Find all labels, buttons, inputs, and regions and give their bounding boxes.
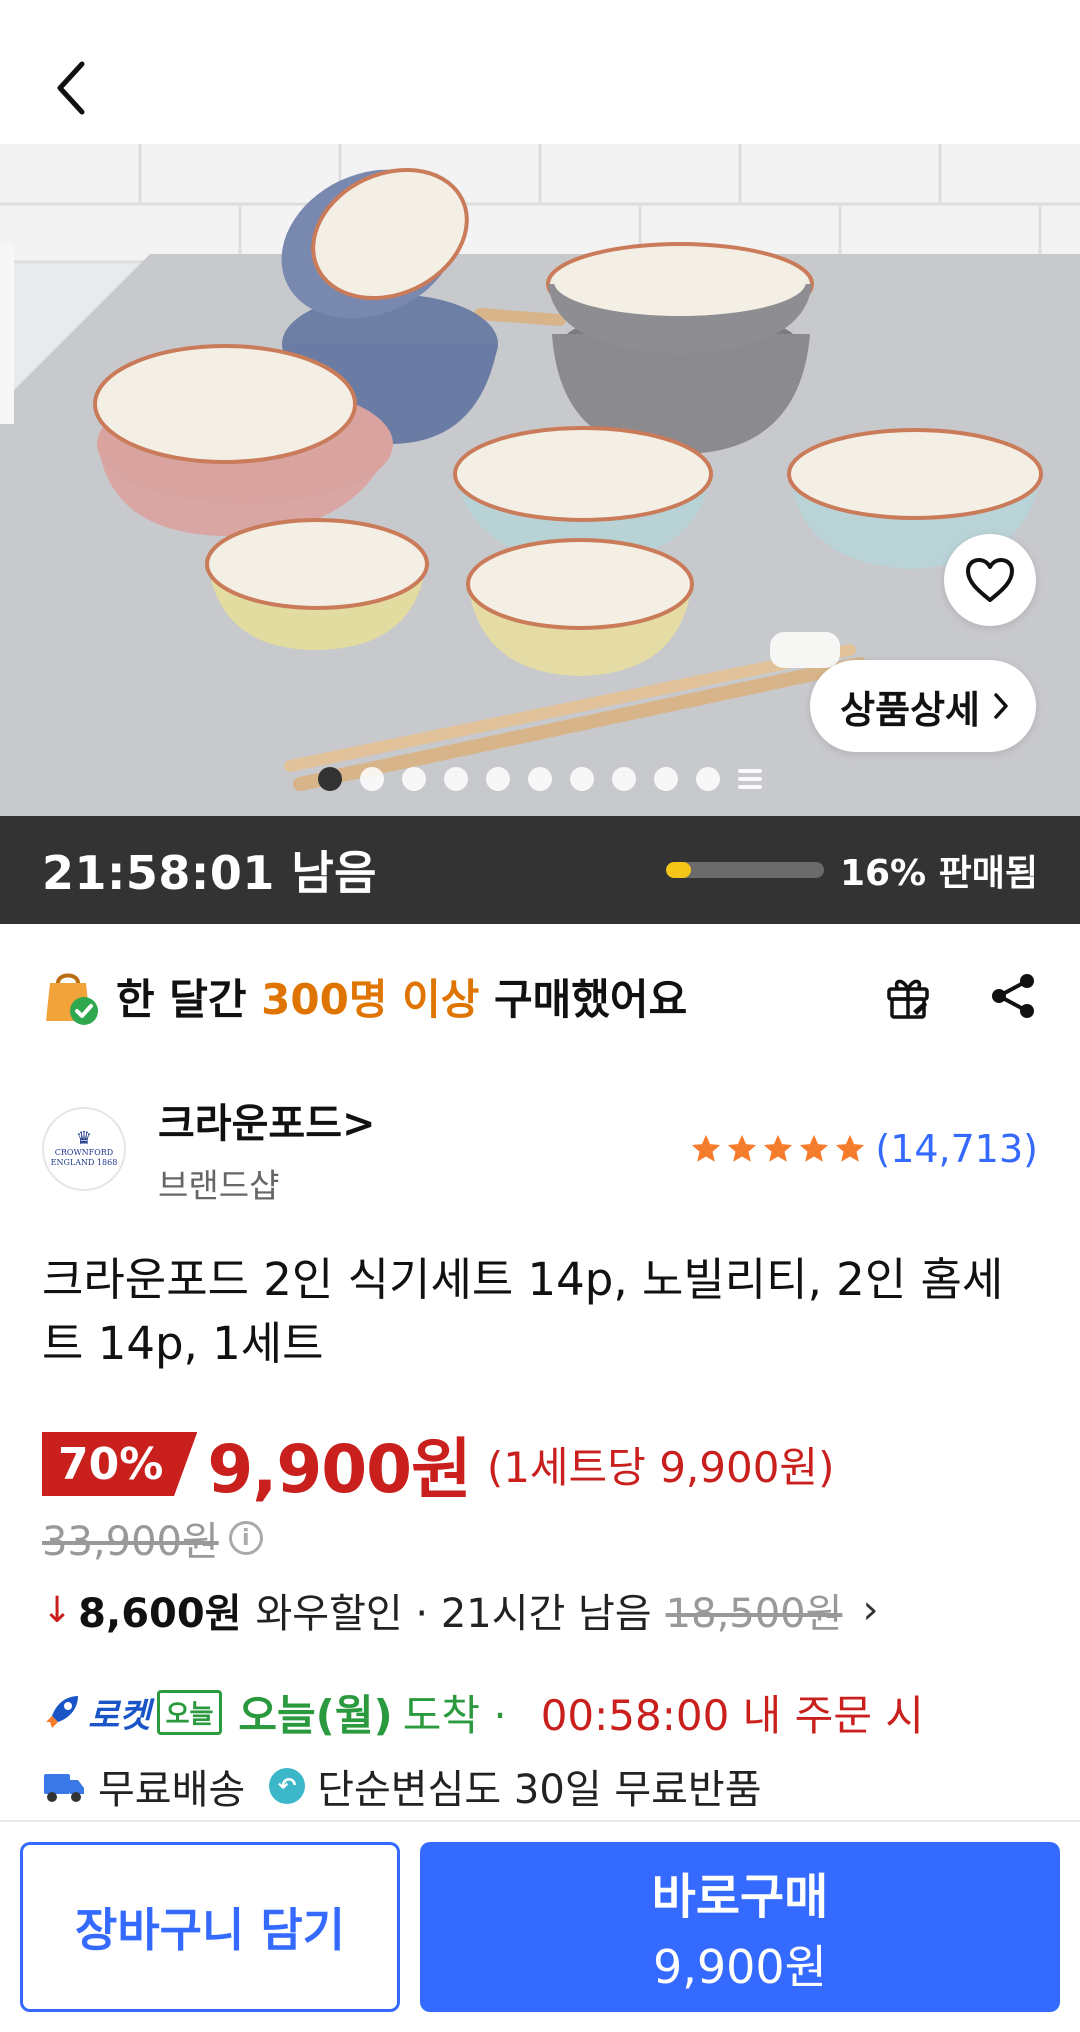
add-to-cart-button[interactable]: 장바구니 담기	[20, 1842, 400, 2012]
product-title: 크라운포드 2인 식기세트 14p, 노빌리티, 2인 홈세트 14p, 1세트	[42, 1253, 1004, 1370]
order-deadline: 00:58:00 내 주문 시	[540, 1690, 924, 1740]
rating-stars	[689, 1132, 867, 1166]
carousel-dot-active[interactable]	[318, 767, 342, 791]
wow-price: 8,600원	[78, 1591, 242, 1637]
sold-progress-fill	[665, 862, 692, 878]
info-icon[interactable]: i	[228, 1521, 263, 1555]
return-icon: ↶	[269, 1768, 306, 1804]
original-price-row: 33,900원 i	[42, 1510, 263, 1566]
carousel-dot[interactable]	[612, 767, 636, 791]
rating-reviews-link[interactable]: (14,713)	[689, 1127, 1038, 1171]
deal-countdown: 21:58:01 남음	[42, 846, 377, 900]
star-icon	[836, 1134, 865, 1162]
crown-icon: ♛	[75, 1128, 93, 1150]
brand-row: ♛ CROWNFORD ENGLAND 1868 크라운포드> 브랜드샵 (14…	[42, 1090, 1038, 1208]
benefits-row: 무료배송 ↶ 단순변심도 30일 무료반품	[42, 1754, 762, 1818]
carousel-dot[interactable]	[486, 767, 510, 791]
brand-logo[interactable]: ♛ CROWNFORD ENGLAND 1868	[42, 1107, 126, 1191]
gift-button[interactable]	[880, 968, 936, 1024]
shopping-bag-check-icon	[42, 965, 100, 1027]
brand-shop-label: 브랜드샵	[158, 1166, 280, 1205]
arrival-text: 도착 ·	[402, 1690, 507, 1740]
carousel-dot[interactable]	[528, 767, 552, 791]
carousel-dot[interactable]	[360, 767, 384, 791]
purchase-count-highlight: 300명 이상	[261, 974, 480, 1024]
buy-now-price: 9,900원	[652, 1940, 827, 1994]
top-bar	[0, 0, 1080, 144]
product-image-carousel[interactable]: 상품상세	[0, 144, 1080, 816]
share-icon	[992, 974, 1034, 1018]
price-row: 70% 9,900원 (1세트당 9,900원)	[42, 1424, 835, 1508]
today-badge: 오늘	[156, 1689, 223, 1735]
brand-name-link[interactable]: 크라운포드>	[158, 1091, 376, 1149]
purchase-count-text: 한 달간 300명 이상 구매했어요	[116, 974, 688, 1024]
star-icon	[728, 1134, 757, 1162]
buy-now-label: 바로구매	[651, 1869, 829, 1925]
wishlist-button[interactable]	[944, 534, 1036, 626]
bottom-action-bar: 장바구니 담기 바로구매 9,900원	[0, 1820, 1080, 2032]
wow-strike-price: 18,500원	[665, 1591, 843, 1637]
unit-price: (1세트당 9,900원)	[486, 1442, 835, 1492]
star-icon	[764, 1134, 793, 1162]
star-icon	[800, 1134, 829, 1162]
carousel-dot[interactable]	[444, 767, 468, 791]
wow-discount-row[interactable]: ↓ 8,600원 와우할인 · 21시간 남음 18,500원 ›	[42, 1580, 878, 1640]
carousel-dot[interactable]	[654, 767, 678, 791]
heart-icon	[966, 558, 1014, 602]
original-price: 33,900원	[42, 1519, 219, 1565]
back-button[interactable]	[40, 48, 104, 128]
rocket-icon	[46, 1696, 78, 1728]
down-arrow-icon: ↓	[42, 1589, 73, 1631]
carousel-indicator	[0, 767, 1080, 791]
carousel-dot[interactable]	[570, 767, 594, 791]
star-icon	[692, 1134, 721, 1162]
chevron-right-icon: ›	[862, 1587, 879, 1633]
product-detail-button[interactable]: 상품상세	[810, 660, 1036, 752]
delivery-row: 로켓 오늘 오늘(월) 도착 · 00:58:00 내 주문 시	[42, 1680, 924, 1744]
review-count: (14,713)	[875, 1127, 1038, 1171]
chevron-left-icon	[57, 61, 85, 115]
discount-badge: 70%	[42, 1432, 198, 1496]
wow-discount-text: 와우할인 · 21시간 남음	[255, 1591, 652, 1637]
sale-price: 9,900원	[207, 1431, 471, 1508]
sold-progress-bar	[665, 862, 824, 878]
truck-icon	[44, 1774, 84, 1802]
free-return-label: 단순변심도 30일 무료반품	[317, 1767, 762, 1813]
product-detail-label: 상품상세	[840, 687, 980, 732]
arrival-date: 오늘(월)	[238, 1690, 393, 1740]
rocket-delivery-logo: 로켓 오늘	[42, 1688, 223, 1737]
carousel-dot[interactable]	[402, 767, 426, 791]
free-shipping-label: 무료배송	[98, 1767, 246, 1813]
sold-percent-label: 16% 판매됨	[839, 853, 1038, 894]
deal-timer-bar: 21:58:01 남음 16% 판매됨	[0, 816, 1080, 924]
more-images-icon[interactable]	[738, 769, 762, 789]
purchase-count-row: 한 달간 300명 이상 구매했어요	[42, 960, 1042, 1032]
gift-icon	[887, 979, 929, 1019]
buy-now-button[interactable]: 바로구매 9,900원	[420, 1842, 1060, 2012]
chevron-right-icon	[994, 693, 1008, 719]
share-button[interactable]	[986, 968, 1042, 1024]
carousel-dot[interactable]	[696, 767, 720, 791]
